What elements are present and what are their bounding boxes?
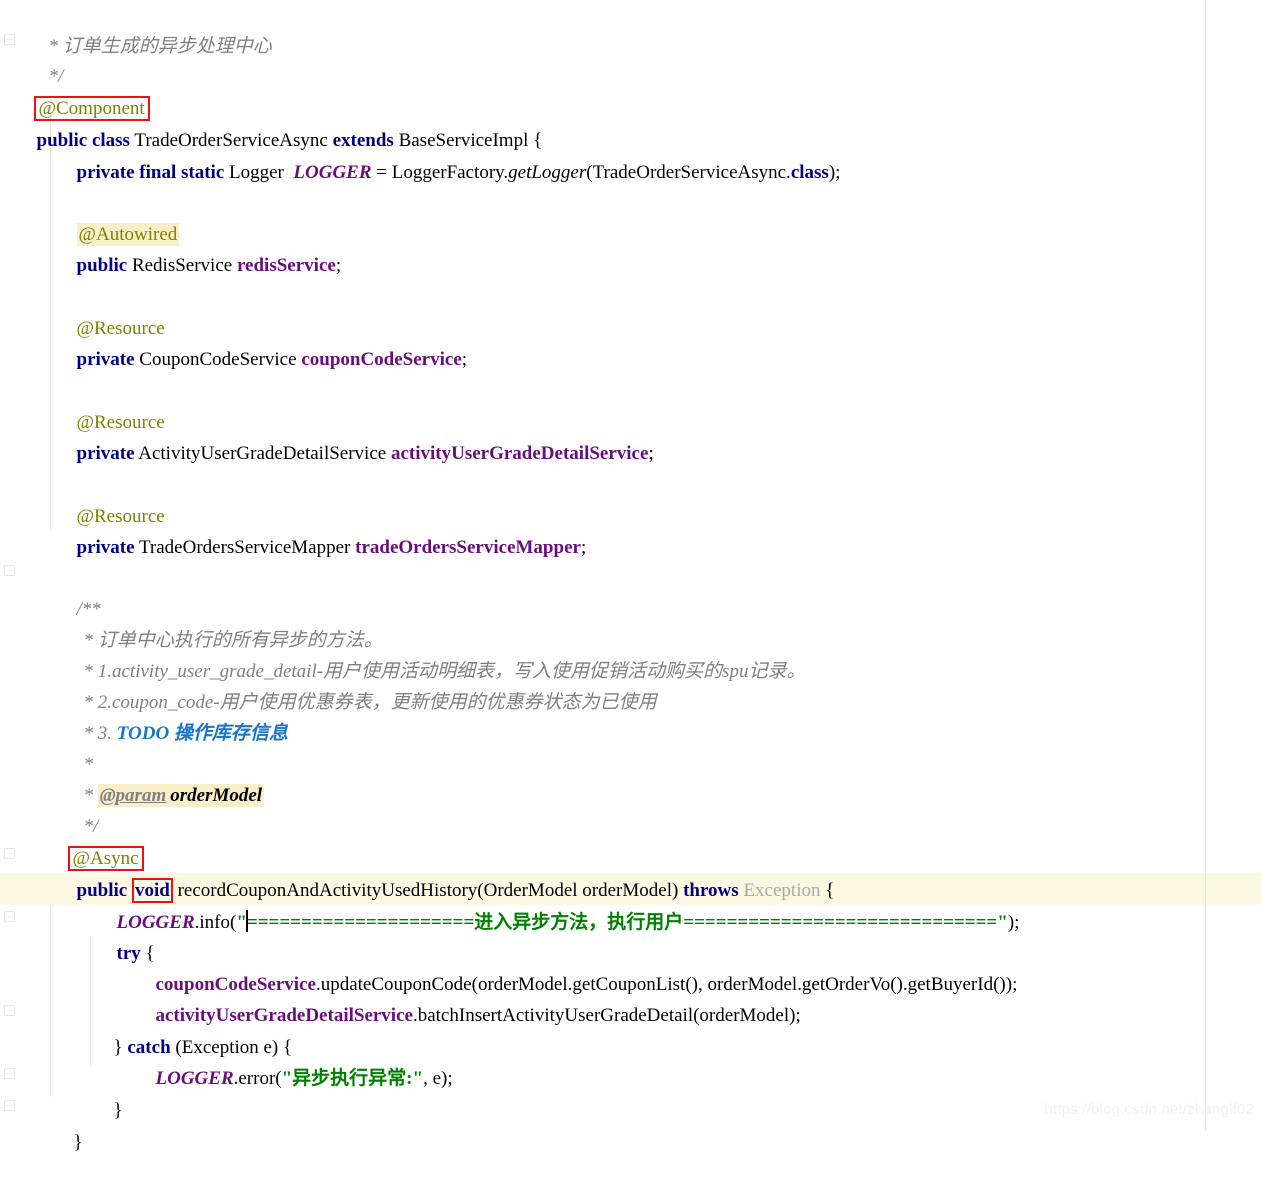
code-line[interactable]: private ActivityUserGradeDetailService a… — [48, 407, 654, 464]
semicolon: ; — [648, 443, 654, 464]
code-line[interactable]: private TradeOrdersServiceMapper tradeOr… — [48, 501, 587, 558]
field-activityusergradedetailservice: activityUserGradeDetailService — [390, 443, 649, 464]
code-line[interactable]: * — [55, 718, 94, 775]
code-line[interactable]: @Autowired — [48, 188, 180, 246]
close-paren-semicolon: ); — [1007, 912, 1020, 933]
keyword-public: public — [76, 255, 128, 276]
error-args: , e); — [423, 1068, 453, 1089]
keyword-final: final — [139, 162, 177, 183]
code-line[interactable]: } catch (Exception e) { — [85, 1001, 293, 1058]
close-brace: } — [73, 1132, 83, 1153]
javadoc-todo: TODO 操作库存信息 — [116, 723, 288, 744]
keyword-private: private — [76, 162, 135, 183]
keyword-private: private — [76, 443, 135, 464]
code-line[interactable]: activityUserGradeDetailService.batchInse… — [127, 969, 801, 1026]
method-info: info — [199, 912, 230, 933]
javadoc-tag-param: @param — [97, 784, 169, 807]
string-separator-left: ===================== — [246, 912, 475, 933]
code-line[interactable]: couponCodeService.updateCouponCode(order… — [127, 938, 1018, 995]
logger-ref: LOGGER — [155, 1068, 234, 1089]
method-error: error — [238, 1068, 276, 1089]
code-lines[interactable]: * 订单生成的异步处理中心 */ @Component public class… — [0, 0, 1262, 1153]
loggerfactory-ref: LoggerFactory. — [391, 162, 509, 183]
code-editor[interactable]: * 订单生成的异步处理中心 */ @Component public class… — [0, 0, 1262, 1153]
string-separator-right: ============================= — [683, 912, 998, 933]
assign-operator: = — [376, 162, 387, 183]
type-logger: Logger — [229, 162, 284, 183]
code-line[interactable]: public class TradeOrderServiceAsync exte… — [8, 94, 543, 151]
code-line[interactable]: /** — [48, 563, 101, 620]
code-line[interactable]: * 1.activity_user_grade_detail-用户使用活动明细表… — [55, 625, 806, 682]
keyword-static: static — [181, 162, 225, 183]
code-line[interactable]: * 订单中心执行的所有异步的方法。 — [55, 594, 383, 651]
type-redisservice: RedisService — [131, 255, 233, 276]
field-couponcodeservice: couponCodeService — [301, 349, 462, 370]
code-line[interactable]: @Async — [40, 812, 144, 871]
type-activityusergradedetailservice: ActivityUserGradeDetailService — [138, 443, 387, 464]
code-line[interactable]: try { — [88, 907, 155, 964]
code-line[interactable]: */ — [55, 780, 99, 837]
code-line[interactable]: @Component — [6, 62, 150, 121]
code-line[interactable]: * @param orderModel — [55, 749, 265, 807]
code-line[interactable]: * 3. TODO 操作库存信息 — [55, 687, 288, 744]
code-line[interactable]: } — [85, 1064, 123, 1121]
code-line[interactable]: @Resource — [48, 376, 165, 433]
code-line[interactable]: private final static Logger LOGGER = Log… — [48, 126, 841, 183]
code-line[interactable]: } — [45, 1096, 83, 1153]
close-paren: ); — [828, 162, 841, 183]
code-line[interactable]: public RedisService redisService; — [48, 219, 342, 276]
semicolon: ; — [461, 349, 468, 370]
string-chinese-text: 进入异步方法，执行用户 — [474, 912, 684, 933]
semicolon: ; — [335, 255, 342, 276]
code-line[interactable]: * 订单生成的异步处理中心 — [20, 0, 272, 57]
field-tradeordersservicemapper: tradeOrdersServiceMapper — [355, 537, 581, 558]
string-error-message: "异步执行异常:" — [281, 1068, 424, 1089]
code-line[interactable]: @Resource — [48, 470, 165, 527]
close-brace: } — [113, 1100, 123, 1121]
code-line[interactable]: @Resource — [48, 282, 165, 339]
keyword-private: private — [76, 349, 135, 370]
code-line-current[interactable]: LOGGER.info("=====================进入异步方法… — [88, 876, 1019, 933]
code-line[interactable]: private CouponCodeService couponCodeServ… — [48, 313, 468, 370]
method-getlogger: getLogger — [508, 162, 587, 183]
code-line[interactable]: LOGGER.error("异步执行异常:", e); — [127, 1032, 453, 1089]
csdn-watermark: https://blog.csdn.net/zhanglf02 — [1044, 1101, 1254, 1118]
type-tradeordersservicemapper: TradeOrdersServiceMapper — [138, 537, 351, 558]
code-line[interactable]: */ — [20, 30, 64, 87]
field-logger: LOGGER — [293, 162, 372, 183]
code-line[interactable]: public void recordCouponAndActivityUsedH… — [48, 844, 834, 903]
class-literal-ref: TradeOrderServiceAsync. — [592, 162, 791, 183]
field-redisservice: redisService — [236, 255, 336, 276]
quote-close: " — [997, 912, 1008, 933]
semicolon: ; — [580, 537, 587, 558]
keyword-class: class — [790, 162, 829, 183]
javadoc-param-name: orderModel — [168, 784, 265, 807]
close-brace: } — [113, 1037, 128, 1058]
comment-text: * 订单生成的异步处理中心 — [48, 36, 272, 57]
type-couponcodeservice: CouponCodeService — [139, 349, 297, 370]
method-call-batchinsert: .batchInsertActivityUserGradeDetail(orde… — [412, 1005, 801, 1026]
code-line[interactable]: * 2.coupon_code-用户使用优惠券表，更新使用的优惠券状态为已使用 — [55, 656, 657, 713]
keyword-private: private — [76, 537, 135, 558]
